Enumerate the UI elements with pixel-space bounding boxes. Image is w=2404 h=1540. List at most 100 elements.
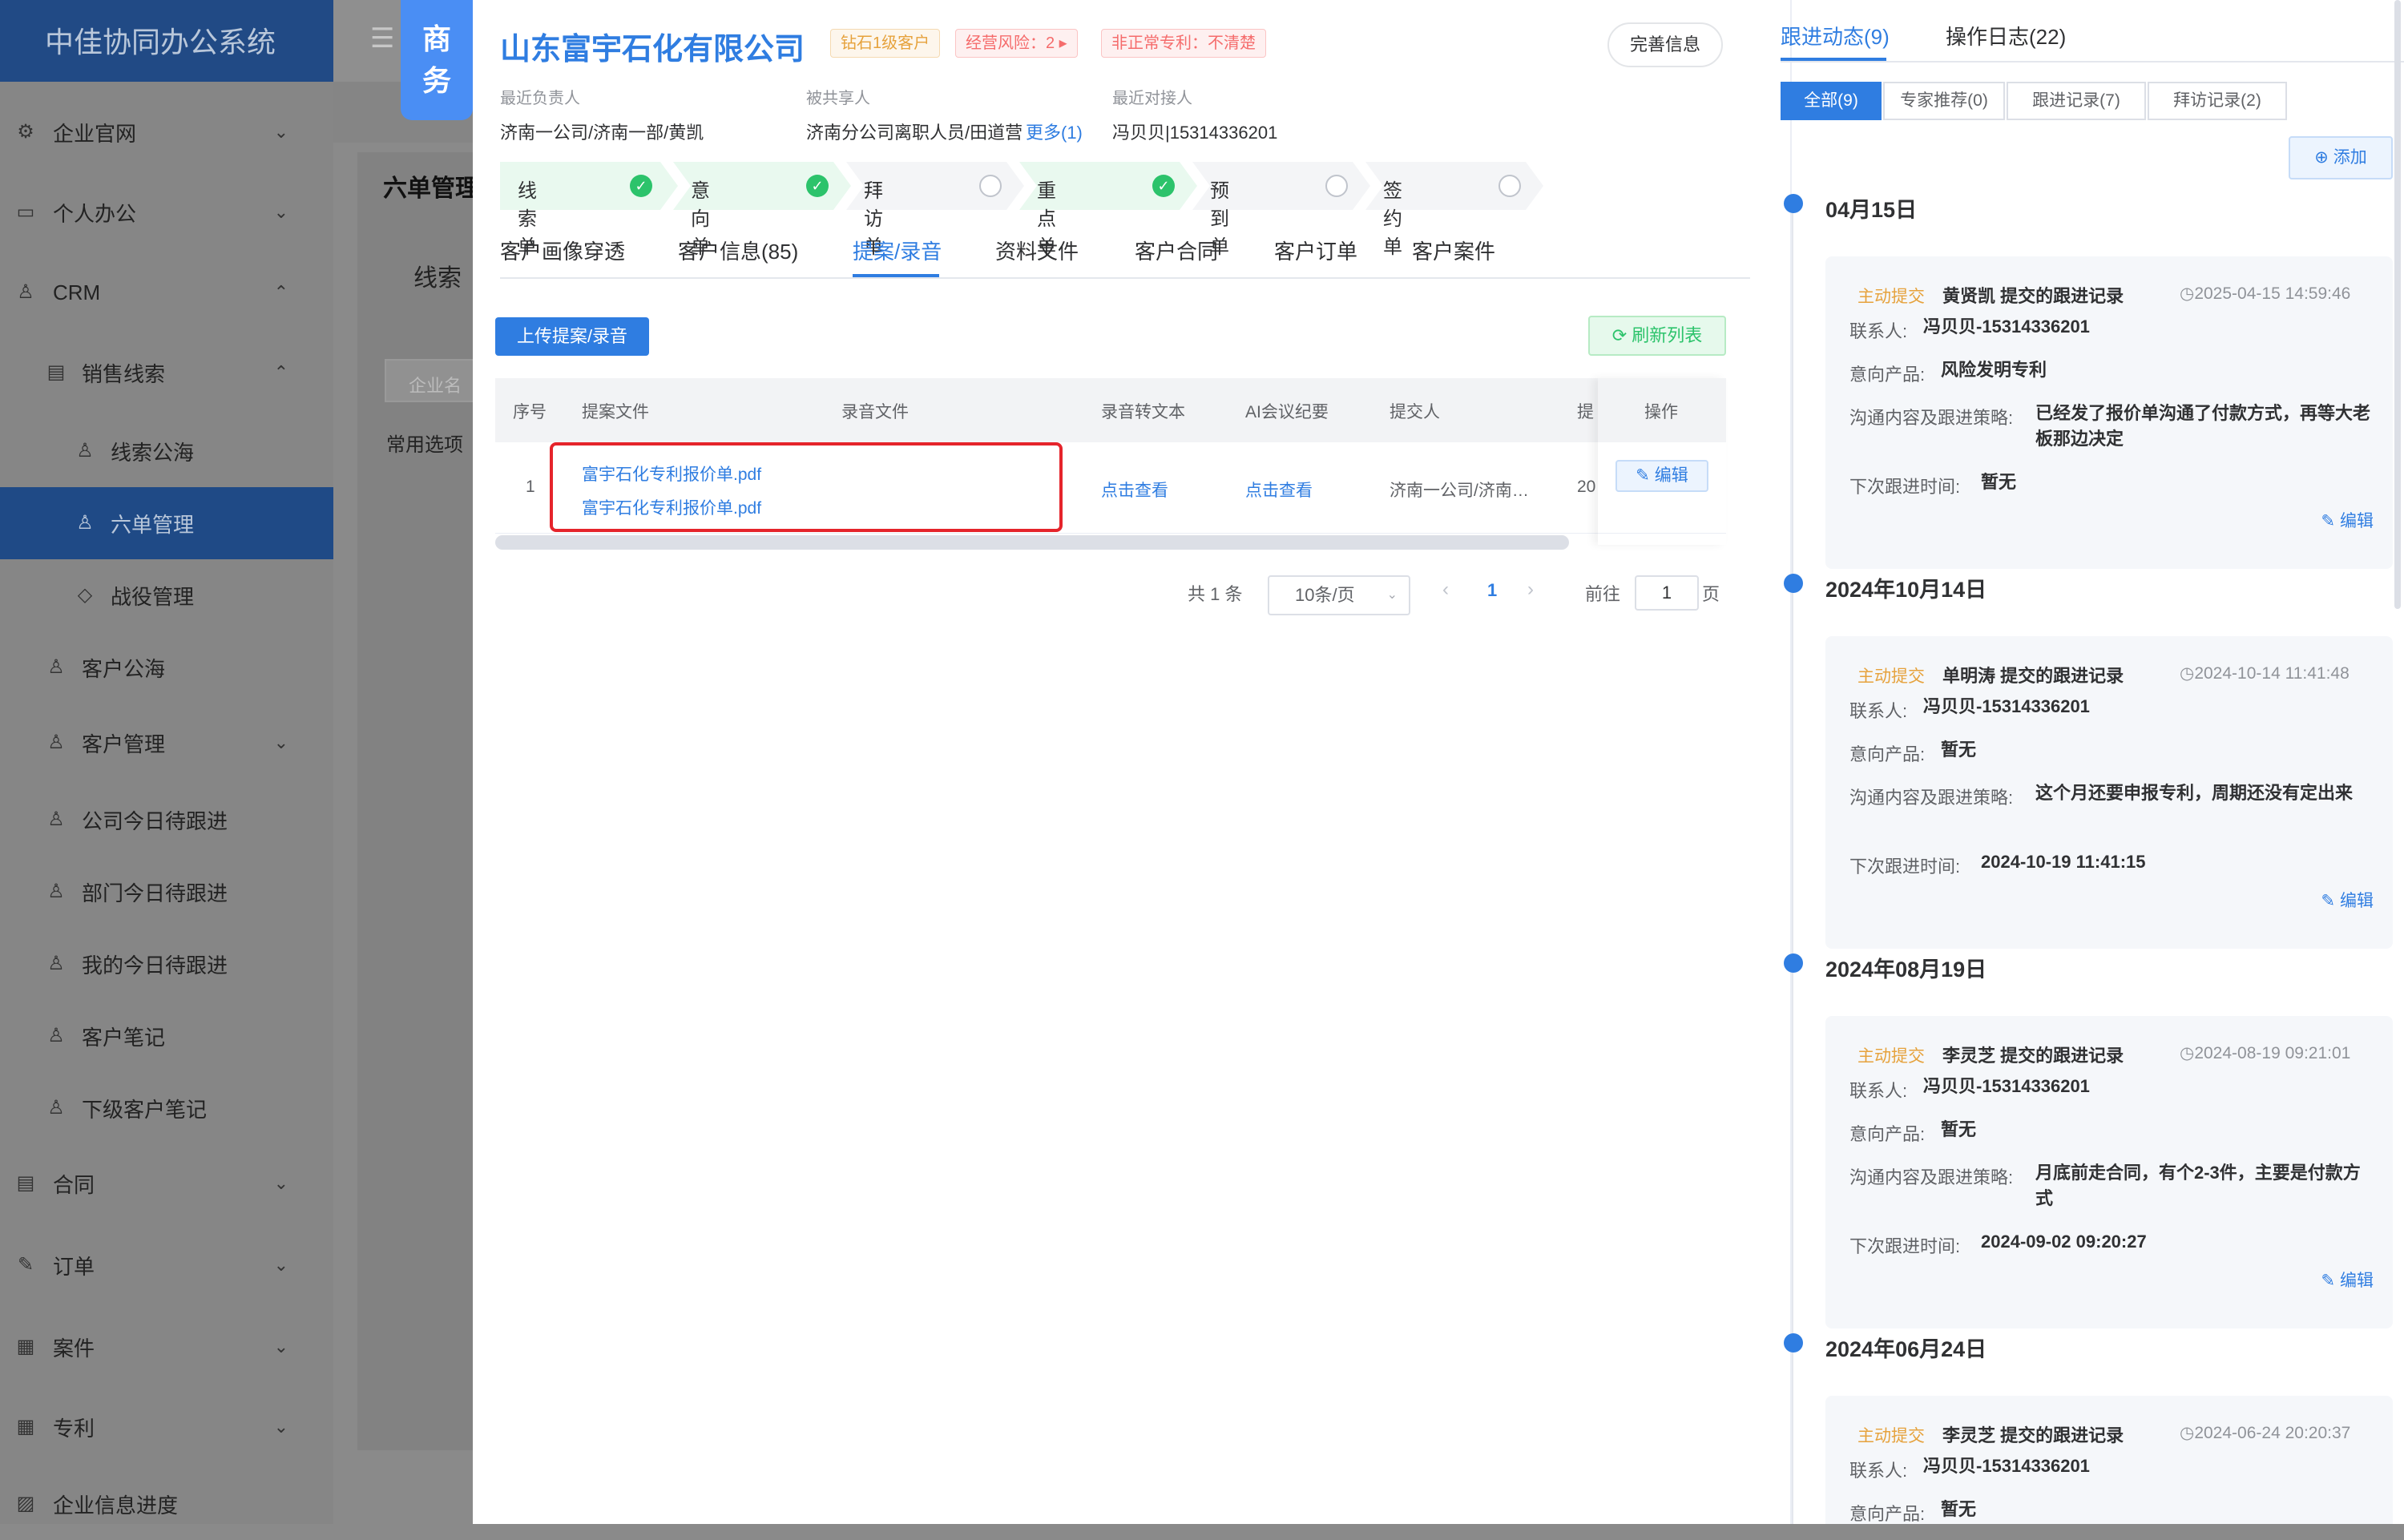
- business-risk-badge[interactable]: 经营风险：2 ▸: [955, 29, 1078, 58]
- upload-proposal-button[interactable]: 上传提案/录音: [495, 317, 649, 356]
- sidebar-item-sales-leads[interactable]: ▤ 销售线索 ⌃: [0, 337, 333, 409]
- add-followup-button[interactable]: ⊕ 添加: [2289, 136, 2393, 179]
- sidebar-item-personal[interactable]: ▭ 个人办公 ⌄: [0, 176, 333, 248]
- sidebar-item-patents[interactable]: ▦ 专利 ⌄: [0, 1391, 333, 1463]
- next-time-label: 下次跟进时间:: [1849, 1236, 1961, 1256]
- product-label: 意向产品:: [1849, 1504, 1926, 1524]
- sidebar-item-label: 客户公海: [82, 656, 166, 681]
- sidebar-item-label: 我的今日待跟进: [82, 953, 228, 978]
- timeline-date: 2024年06月24日: [1825, 1337, 1987, 1361]
- sidebar-item-customer-pool[interactable]: ♙ 客户公海: [0, 631, 333, 703]
- refresh-list-button[interactable]: ⟳ 刷新列表: [1588, 316, 1726, 356]
- add-label: 添加: [2333, 148, 2367, 167]
- contact-value: 冯贝贝|15314336201: [1112, 123, 1278, 143]
- next-page-icon[interactable]: ›: [1527, 579, 1534, 601]
- side-tag-char: 商: [422, 22, 451, 55]
- table-horizontal-scrollbar[interactable]: [495, 535, 1569, 550]
- edit-icon: ✎: [17, 1254, 34, 1276]
- next-time-value: 2024-09-02 09:20:27: [1981, 1232, 2147, 1252]
- sidebar-item-customer-mgmt[interactable]: ♙ 客户管理 ⌄: [0, 707, 333, 779]
- plus-circle-icon: ⊕: [2314, 148, 2329, 167]
- sidebar-item-customer-notes[interactable]: ♙ 客户笔记: [0, 1000, 333, 1072]
- filter-visit[interactable]: 拜访记录(2): [2148, 82, 2287, 120]
- sidebar-item-label: 线索公海: [111, 440, 195, 465]
- column-header: 序号: [513, 403, 547, 421]
- contact-label: 联系人:: [1849, 1461, 1908, 1481]
- edit-followup-link[interactable]: ✎ 编辑: [2321, 508, 2374, 532]
- edit-icon: ✎: [2321, 892, 2336, 910]
- row-index: 1: [526, 478, 535, 496]
- sidebar-item-company-followup[interactable]: ♙ 公司今日待跟进: [0, 784, 333, 856]
- tab-operation-log[interactable]: 操作日志(22): [1946, 21, 2066, 50]
- strategy-value: 月底前走合同，有个2-3件，主要是付款方式: [2035, 1163, 2361, 1208]
- product-value: 风险发明专利: [1941, 360, 2047, 380]
- complete-info-button[interactable]: 完善信息: [1607, 22, 1723, 67]
- tag-icon: ◇: [77, 584, 93, 606]
- shared-more-link[interactable]: 更多(1): [1026, 119, 1083, 144]
- contact-label: 联系人:: [1849, 321, 1908, 341]
- followup-time-value: 2024-08-19 09:21:01: [2194, 1044, 2351, 1062]
- timeline-dot: [1784, 1333, 1803, 1353]
- image-icon: ▨: [16, 1493, 35, 1514]
- sidebar-item-sub-notes[interactable]: ♙ 下级客户笔记: [0, 1072, 333, 1144]
- sidebar-item-my-followup[interactable]: ♙ 我的今日待跟进: [0, 928, 333, 1000]
- followup-title: 李灵芝 提交的跟进记录: [1942, 1425, 2124, 1445]
- sidebar-item-orders[interactable]: ✎ 订单 ⌄: [0, 1229, 333, 1301]
- hamburger-icon[interactable]: ☰: [370, 22, 394, 54]
- owner-value: 济南一公司/济南一部/黄凯: [500, 123, 704, 143]
- followup-card: 主动提交 李灵芝 提交的跟进记录 ◷2024-08-19 09:21:01 联系…: [1825, 1016, 2393, 1328]
- business-side-tag[interactable]: 商 务: [401, 0, 473, 120]
- edit-followup-link[interactable]: ✎ 编辑: [2321, 888, 2374, 912]
- sidebar-item-label: 六单管理: [111, 512, 195, 537]
- chevron-down-icon: ⌄: [273, 202, 288, 222]
- sidebar-item-contracts[interactable]: ▤ 合同 ⌄: [0, 1147, 333, 1220]
- filter-expert[interactable]: 专家推荐(0): [1883, 82, 2005, 120]
- sidebar-item-dept-followup[interactable]: ♙ 部门今日待跟进: [0, 856, 333, 928]
- tab-proposal-recording[interactable]: 提案/录音: [853, 236, 942, 265]
- sidebar-item-enterprise-progress[interactable]: ▨ 企业信息进度: [0, 1468, 333, 1540]
- edit-followup-link[interactable]: ✎ 编辑: [2321, 1268, 2374, 1292]
- sidebar-item-label: 公司今日待跟进: [82, 808, 228, 833]
- sidebar-item-crm[interactable]: ♙ CRM ⌃: [0, 256, 333, 329]
- tab-customer-info[interactable]: 客户信息(85): [678, 236, 798, 265]
- tab-contracts[interactable]: 客户合同: [1135, 236, 1218, 265]
- tab-orders[interactable]: 客户订单: [1274, 236, 1357, 265]
- tab-documents[interactable]: 资料文件: [995, 236, 1079, 265]
- chevron-up-icon: ⌃: [273, 282, 288, 302]
- contact-value: 冯贝贝-15314336201: [1923, 316, 2090, 337]
- edit-row-button[interactable]: ✎ 编辑: [1615, 460, 1708, 492]
- customer-level-badge: 钻石1级客户: [830, 29, 941, 58]
- tab-follow-up[interactable]: 跟进动态(9): [1781, 21, 1890, 50]
- view-ai-summary-link[interactable]: 点击查看: [1245, 478, 1313, 502]
- goto-label: 前往: [1585, 584, 1621, 604]
- right-panel-scrollbar[interactable]: [2394, 0, 2401, 609]
- tab-cases[interactable]: 客户案件: [1412, 236, 1495, 265]
- submit-time-cell: 20: [1577, 478, 1596, 496]
- sidebar-item-website[interactable]: ⚙ 企业官网 ⌄: [0, 96, 333, 168]
- goto-page-input[interactable]: 1: [1635, 575, 1699, 611]
- sidebar-item-six-orders[interactable]: ♙ 六单管理: [0, 487, 333, 559]
- filter-followup[interactable]: 跟进记录(7): [2007, 82, 2146, 120]
- sidebar-item-label: 个人办公: [53, 201, 137, 226]
- page-number-current[interactable]: 1: [1487, 580, 1497, 601]
- followup-title: 黄贤凯 提交的跟进记录: [1942, 286, 2124, 306]
- sidebar-item-cases[interactable]: ▦ 案件 ⌄: [0, 1311, 333, 1383]
- user-icon: ♙: [47, 953, 65, 974]
- right-active-tab-indicator: [1781, 58, 1886, 61]
- sidebar-item-lead-pool[interactable]: ♙ 线索公海: [0, 415, 333, 487]
- user-icon: ♙: [47, 656, 65, 678]
- prev-page-icon[interactable]: ‹: [1442, 579, 1449, 601]
- chevron-down-icon: ⌄: [273, 1255, 288, 1275]
- card-icon: ▤: [16, 1172, 35, 1194]
- sidebar-item-label: 专利: [53, 1416, 95, 1441]
- shared-label: 被共享人: [806, 90, 870, 107]
- view-transcript-link[interactable]: 点击查看: [1101, 478, 1168, 502]
- column-header: 录音转文本: [1101, 403, 1185, 421]
- sidebar-item-campaigns[interactable]: ◇ 战役管理: [0, 559, 333, 631]
- filter-all[interactable]: 全部(9): [1781, 82, 1882, 120]
- sidebar-item-label: 订单: [53, 1254, 95, 1279]
- tab-customer-profile[interactable]: 客户画像穿透: [500, 236, 625, 265]
- user-icon: ♙: [47, 1025, 65, 1046]
- gear-icon: ⚙: [17, 121, 34, 143]
- page-size-select[interactable]: 10条/页 ⌄: [1268, 575, 1410, 615]
